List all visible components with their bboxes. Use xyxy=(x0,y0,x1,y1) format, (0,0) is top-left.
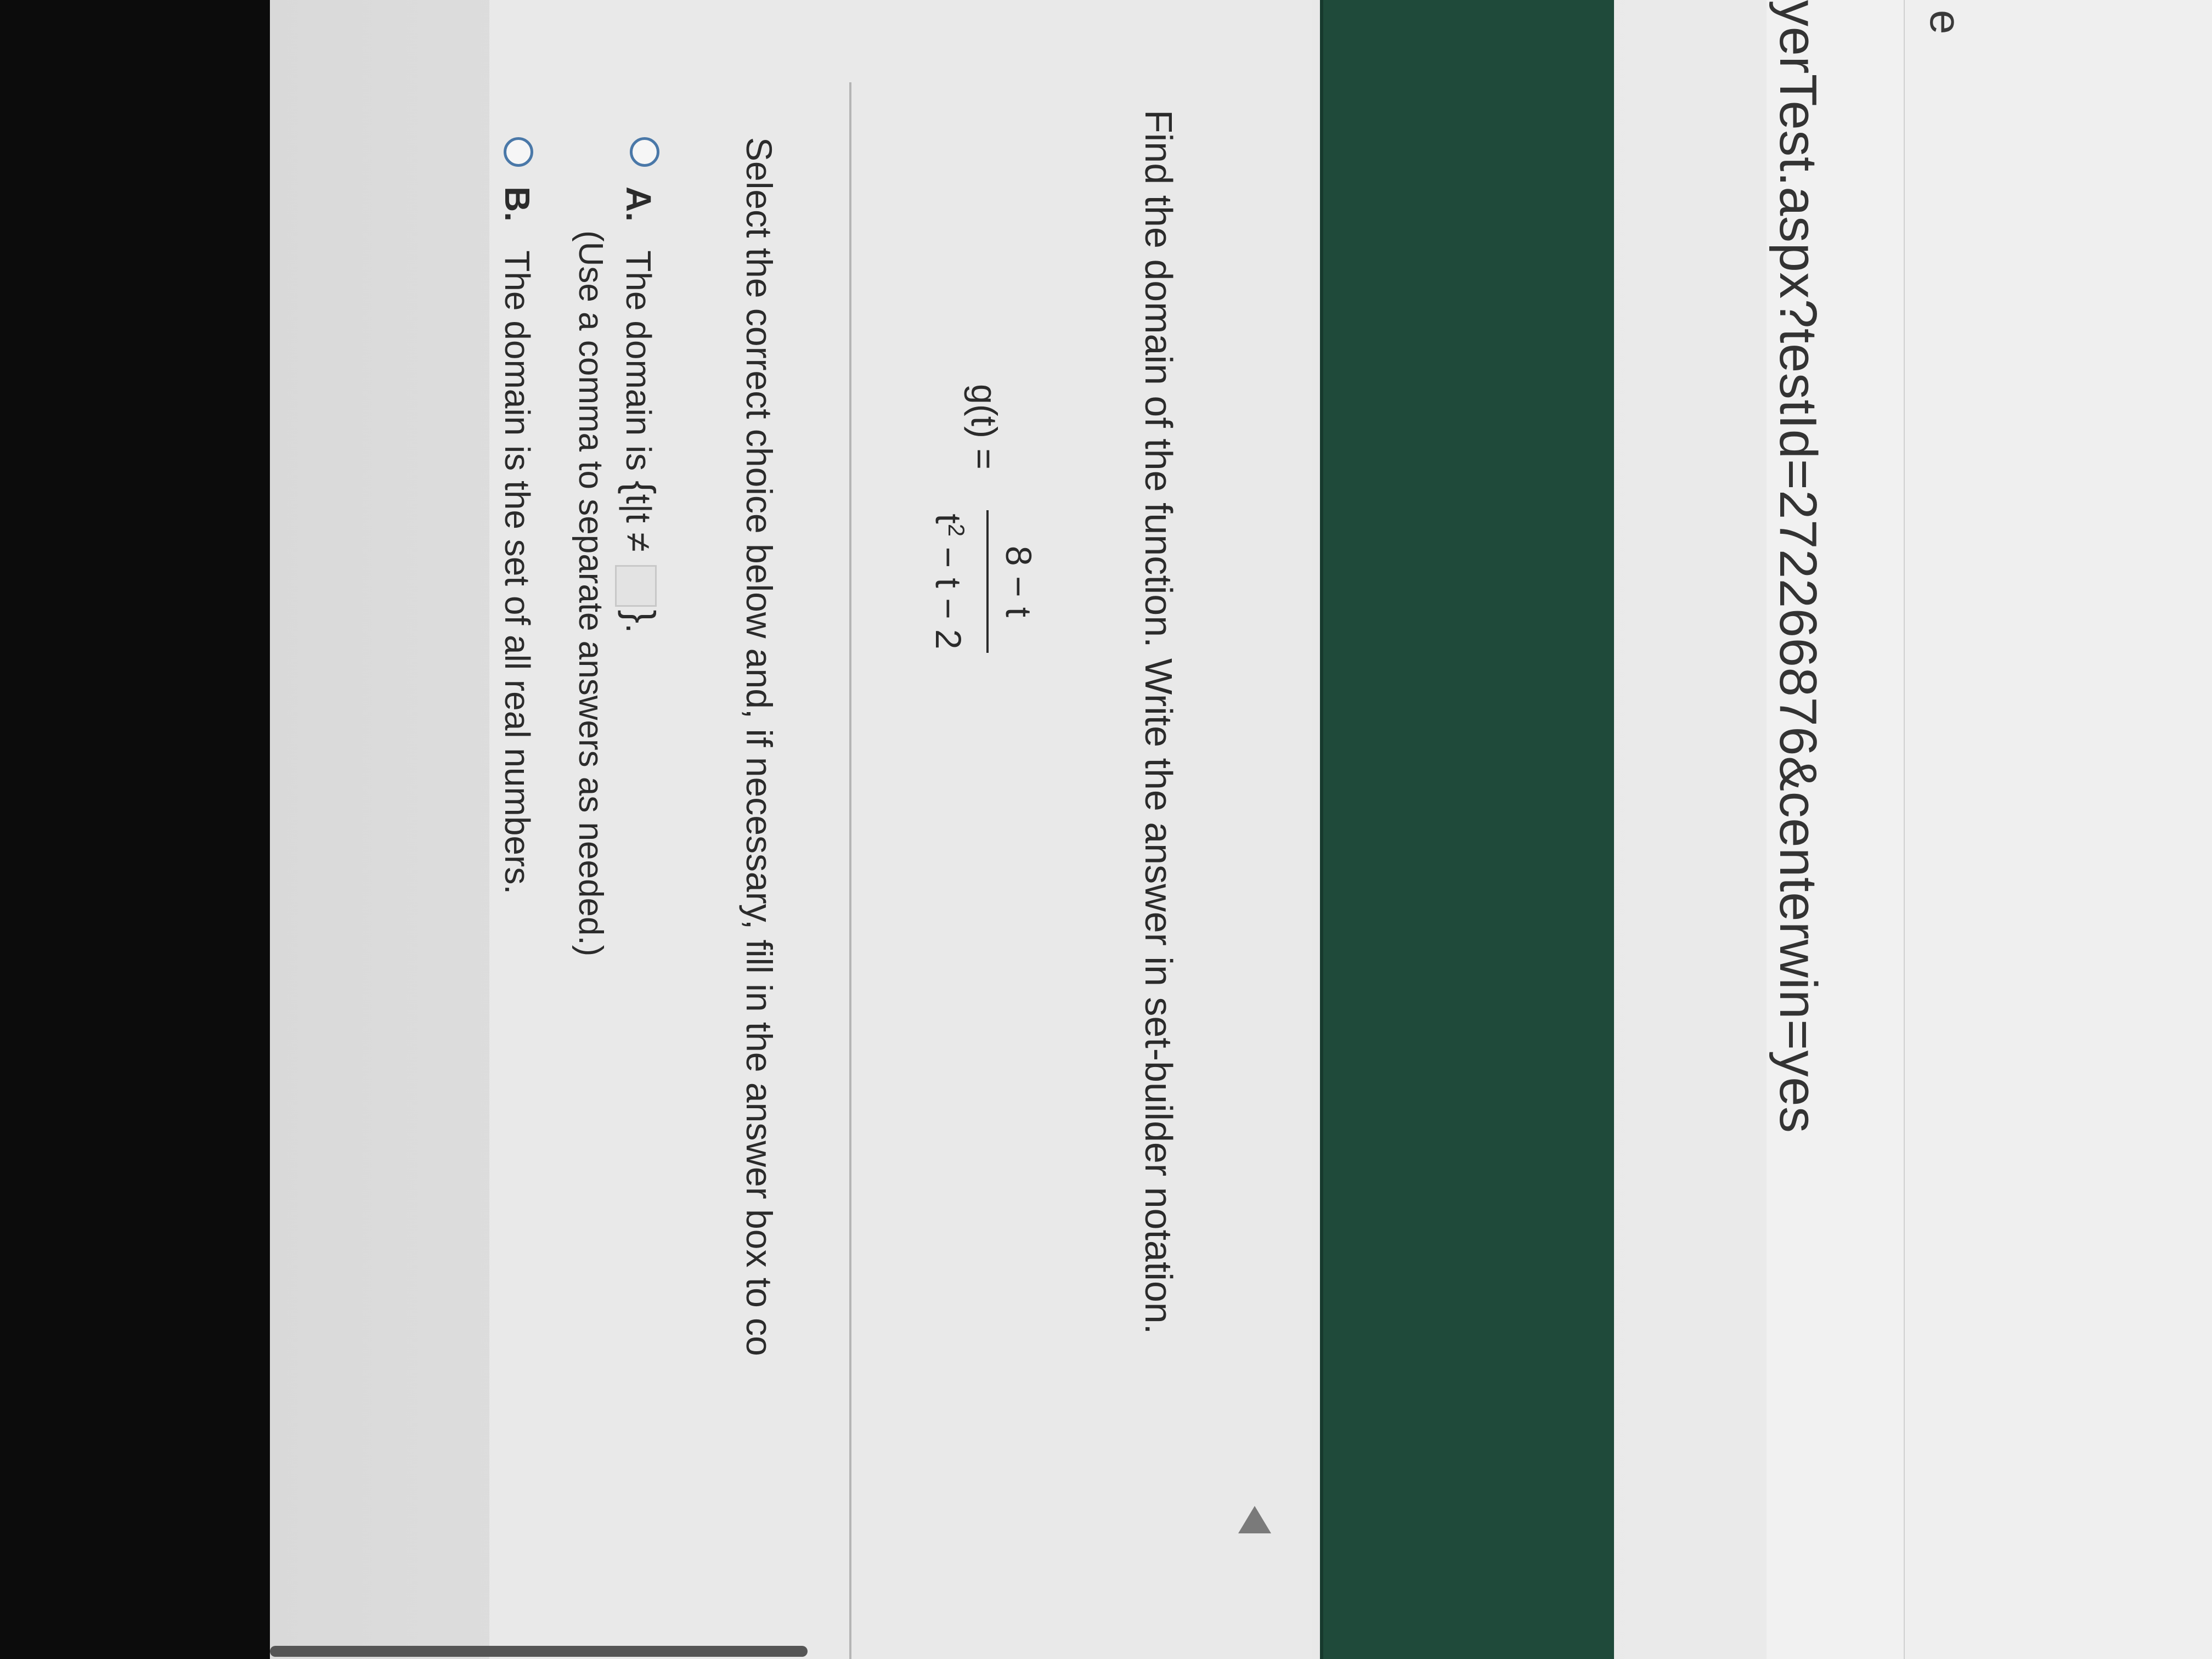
fraction-denominator: t2 − t − 2 xyxy=(928,510,981,653)
set-close-brace: } xyxy=(618,610,663,624)
set-open-brace: { xyxy=(618,480,663,494)
tab-title-fragment[interactable]: e xyxy=(1920,10,1971,35)
denominator-rest: − t − 2 xyxy=(928,537,969,650)
function-lhs: g(t) = xyxy=(964,384,1005,470)
instruction-text: Select the correct choice below and, if … xyxy=(739,137,780,1356)
choice-a[interactable]: A. The domain is {t|t ≠ }. xyxy=(614,187,664,634)
choice-a-radio[interactable] xyxy=(630,137,659,167)
fraction-numerator: 8 − t xyxy=(998,545,1039,618)
section-divider xyxy=(849,82,851,1659)
fraction: 8 − t t2 − t − 2 xyxy=(928,510,1043,653)
triangle-marker-icon xyxy=(1238,1506,1271,1533)
choice-a-text: The domain is xyxy=(619,250,658,471)
choice-a-period: . xyxy=(619,623,658,634)
denominator-exponent: 2 xyxy=(944,523,969,537)
browser-tab-strip: e xyxy=(1876,0,2212,1659)
choice-a-hint: (Use a comma to separate answers as need… xyxy=(572,230,610,957)
choice-b-text: The domain is the set of all real number… xyxy=(498,250,537,895)
choice-b-radio[interactable] xyxy=(504,137,533,167)
question-panel xyxy=(489,0,1312,1659)
url-text[interactable]: yerTest.aspx?testId=272266876&centerwin=… xyxy=(1768,0,1828,1133)
domain-answer-input[interactable] xyxy=(614,565,657,607)
choice-b[interactable]: B. The domain is the set of all real num… xyxy=(497,187,538,894)
question-prompt: Find the domain of the function. Write t… xyxy=(1137,110,1180,1335)
question-header-bar: 3) ‹ xyxy=(748,0,1614,1659)
choice-b-letter: B. xyxy=(498,187,537,222)
browser-window: e yerTest.aspx?testId=272266876&centerwi… xyxy=(270,0,2212,1659)
set-expression: t|t ≠ xyxy=(619,494,658,552)
denominator-base: t xyxy=(928,514,969,524)
scrollbar[interactable] xyxy=(270,1646,808,1657)
choice-a-letter: A. xyxy=(619,187,658,222)
fraction-bar xyxy=(986,510,989,653)
photo-stage: e yerTest.aspx?testId=272266876&centerwi… xyxy=(0,0,2212,1659)
screen: e yerTest.aspx?testId=272266876&centerwi… xyxy=(270,0,2212,1659)
